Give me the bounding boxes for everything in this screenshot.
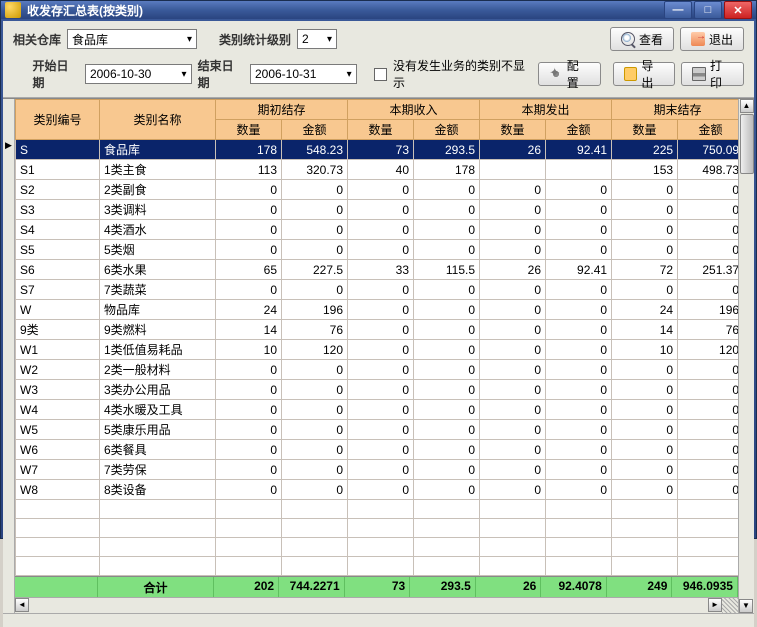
start-date-label: 开始日期 xyxy=(33,57,79,91)
col-code[interactable]: 类别编号 xyxy=(16,100,100,140)
table-row[interactable]: S44类酒水00000000 xyxy=(16,220,739,240)
totals-row: 合计202744.227173293.52692.4078249946.0935 xyxy=(15,576,738,597)
col-group-begin[interactable]: 期初结存 xyxy=(216,100,348,120)
scroll-thumb[interactable] xyxy=(740,114,754,174)
totals-cell: 26 xyxy=(476,577,542,597)
exit-button[interactable]: 退出 xyxy=(680,27,744,51)
totals-cell: 946.0935 xyxy=(672,577,738,597)
table-row[interactable] xyxy=(16,557,739,576)
table-row[interactable]: W11类低值易耗品10120000010120 xyxy=(16,340,739,360)
scroll-down-icon[interactable]: ▼ xyxy=(739,599,753,613)
totals-cell: 293.5 xyxy=(410,577,476,597)
table-row[interactable]: W66类餐具00000000 xyxy=(16,440,739,460)
table-row[interactable]: S33类调料00000000 xyxy=(16,200,739,220)
table-row[interactable]: W22类一般材料00000000 xyxy=(16,360,739,380)
close-button[interactable]: ✕ xyxy=(724,1,752,19)
table-row[interactable]: W物品库24196000024196 xyxy=(16,300,739,320)
table-row[interactable]: W33类办公用品00000000 xyxy=(16,380,739,400)
table-row[interactable] xyxy=(16,500,739,519)
maximize-button[interactable]: □ xyxy=(694,1,722,19)
level-combo[interactable]: 2 xyxy=(297,29,337,49)
col-begin-amt[interactable]: 金额 xyxy=(282,120,348,140)
col-out-amt[interactable]: 金额 xyxy=(546,120,612,140)
col-end-qty[interactable]: 数量 xyxy=(612,120,678,140)
table-row[interactable] xyxy=(16,538,739,557)
resize-grip-icon[interactable] xyxy=(722,598,738,613)
table-row[interactable]: S11类主食113320.7340178153498.73 xyxy=(16,160,739,180)
titlebar[interactable]: 收发存汇总表(按类别) — □ ✕ xyxy=(1,1,756,19)
table-row[interactable]: S22类副食00000000 xyxy=(16,180,739,200)
scroll-left-icon[interactable]: ◄ xyxy=(15,598,29,612)
totals-cell: 249 xyxy=(607,577,673,597)
table-row[interactable]: W55类康乐用品00000000 xyxy=(16,420,739,440)
config-button[interactable]: 配置 xyxy=(538,62,601,86)
totals-label: 合计 xyxy=(98,577,213,597)
totals-cell: 202 xyxy=(214,577,280,597)
data-grid[interactable]: 类别编号 类别名称 期初结存 本期收入 本期发出 期末结存 数量 金额 数量 金… xyxy=(15,99,738,576)
hide-empty-checkbox[interactable] xyxy=(374,68,387,81)
totals-cell: 73 xyxy=(345,577,411,597)
col-group-end[interactable]: 期末结存 xyxy=(612,100,738,120)
current-row-arrow-icon: ▶ xyxy=(5,140,12,151)
table-row[interactable]: W88类设备00000000 xyxy=(16,480,739,500)
warehouse-combo[interactable]: 食品库 xyxy=(67,29,197,49)
table-row[interactable]: W44类水暖及工具00000000 xyxy=(16,400,739,420)
statusbar xyxy=(3,613,754,627)
printer-icon xyxy=(692,67,706,81)
toolbar: 相关仓库 食品库 类别统计级别 2 查看 退出 开始日期 2006-10-30 … xyxy=(3,21,754,98)
table-row[interactable] xyxy=(16,519,739,538)
start-date-combo[interactable]: 2006-10-30 xyxy=(85,64,192,84)
warehouse-label: 相关仓库 xyxy=(13,31,61,48)
table-row[interactable]: S77类蔬菜00000000 xyxy=(16,280,739,300)
end-date-label: 结束日期 xyxy=(198,57,244,91)
table-row[interactable]: 9类9类燃料147600001476 xyxy=(16,320,739,340)
table-row[interactable]: S55类烟00000000 xyxy=(16,240,739,260)
scroll-up-icon[interactable]: ▲ xyxy=(740,99,754,113)
gear-icon xyxy=(549,67,562,81)
hide-empty-label: 没有发生业务的类别不显示 xyxy=(393,57,532,91)
col-end-amt[interactable]: 金额 xyxy=(678,120,738,140)
app-icon xyxy=(5,2,21,18)
vertical-scrollbar[interactable]: ▲ ▼ xyxy=(738,99,754,613)
end-date-combo[interactable]: 2006-10-31 xyxy=(250,64,357,84)
window-title: 收发存汇总表(按类别) xyxy=(27,2,664,19)
app-window: 收发存汇总表(按类别) — □ ✕ 相关仓库 食品库 类别统计级别 2 查看 退… xyxy=(0,0,757,539)
scroll-right-icon[interactable]: ► xyxy=(708,598,722,612)
exit-icon xyxy=(691,32,705,46)
table-row[interactable]: S食品库178548.2373293.52692.41225750.09 xyxy=(16,140,739,160)
content-area: 相关仓库 食品库 类别统计级别 2 查看 退出 开始日期 2006-10-30 … xyxy=(3,21,754,627)
totals-cell: 744.2271 xyxy=(279,577,345,597)
grid-area: ▶ 类别编号 类别名称 期初结存 本期收入 本期发出 期末结存 xyxy=(3,98,754,613)
view-button[interactable]: 查看 xyxy=(610,27,674,51)
horizontal-scrollbar[interactable]: ◄ ► xyxy=(15,597,738,613)
col-in-qty[interactable]: 数量 xyxy=(348,120,414,140)
search-icon xyxy=(621,32,635,46)
col-name[interactable]: 类别名称 xyxy=(100,100,216,140)
col-group-out[interactable]: 本期发出 xyxy=(480,100,612,120)
row-indicator-gutter: ▶ xyxy=(3,99,15,613)
col-out-qty[interactable]: 数量 xyxy=(480,120,546,140)
table-row[interactable]: W77类劳保00000000 xyxy=(16,460,739,480)
minimize-button[interactable]: — xyxy=(664,1,692,19)
level-label: 类别统计级别 xyxy=(219,31,291,48)
table-row[interactable]: S66类水果65227.533115.52692.4172251.37 xyxy=(16,260,739,280)
totals-cell: 92.4078 xyxy=(541,577,607,597)
totals-cell xyxy=(15,577,98,597)
col-group-in[interactable]: 本期收入 xyxy=(348,100,480,120)
col-begin-qty[interactable]: 数量 xyxy=(216,120,282,140)
export-button[interactable]: 导出 xyxy=(613,62,676,86)
export-icon xyxy=(624,67,638,81)
print-button[interactable]: 打印 xyxy=(681,62,744,86)
col-in-amt[interactable]: 金额 xyxy=(414,120,480,140)
